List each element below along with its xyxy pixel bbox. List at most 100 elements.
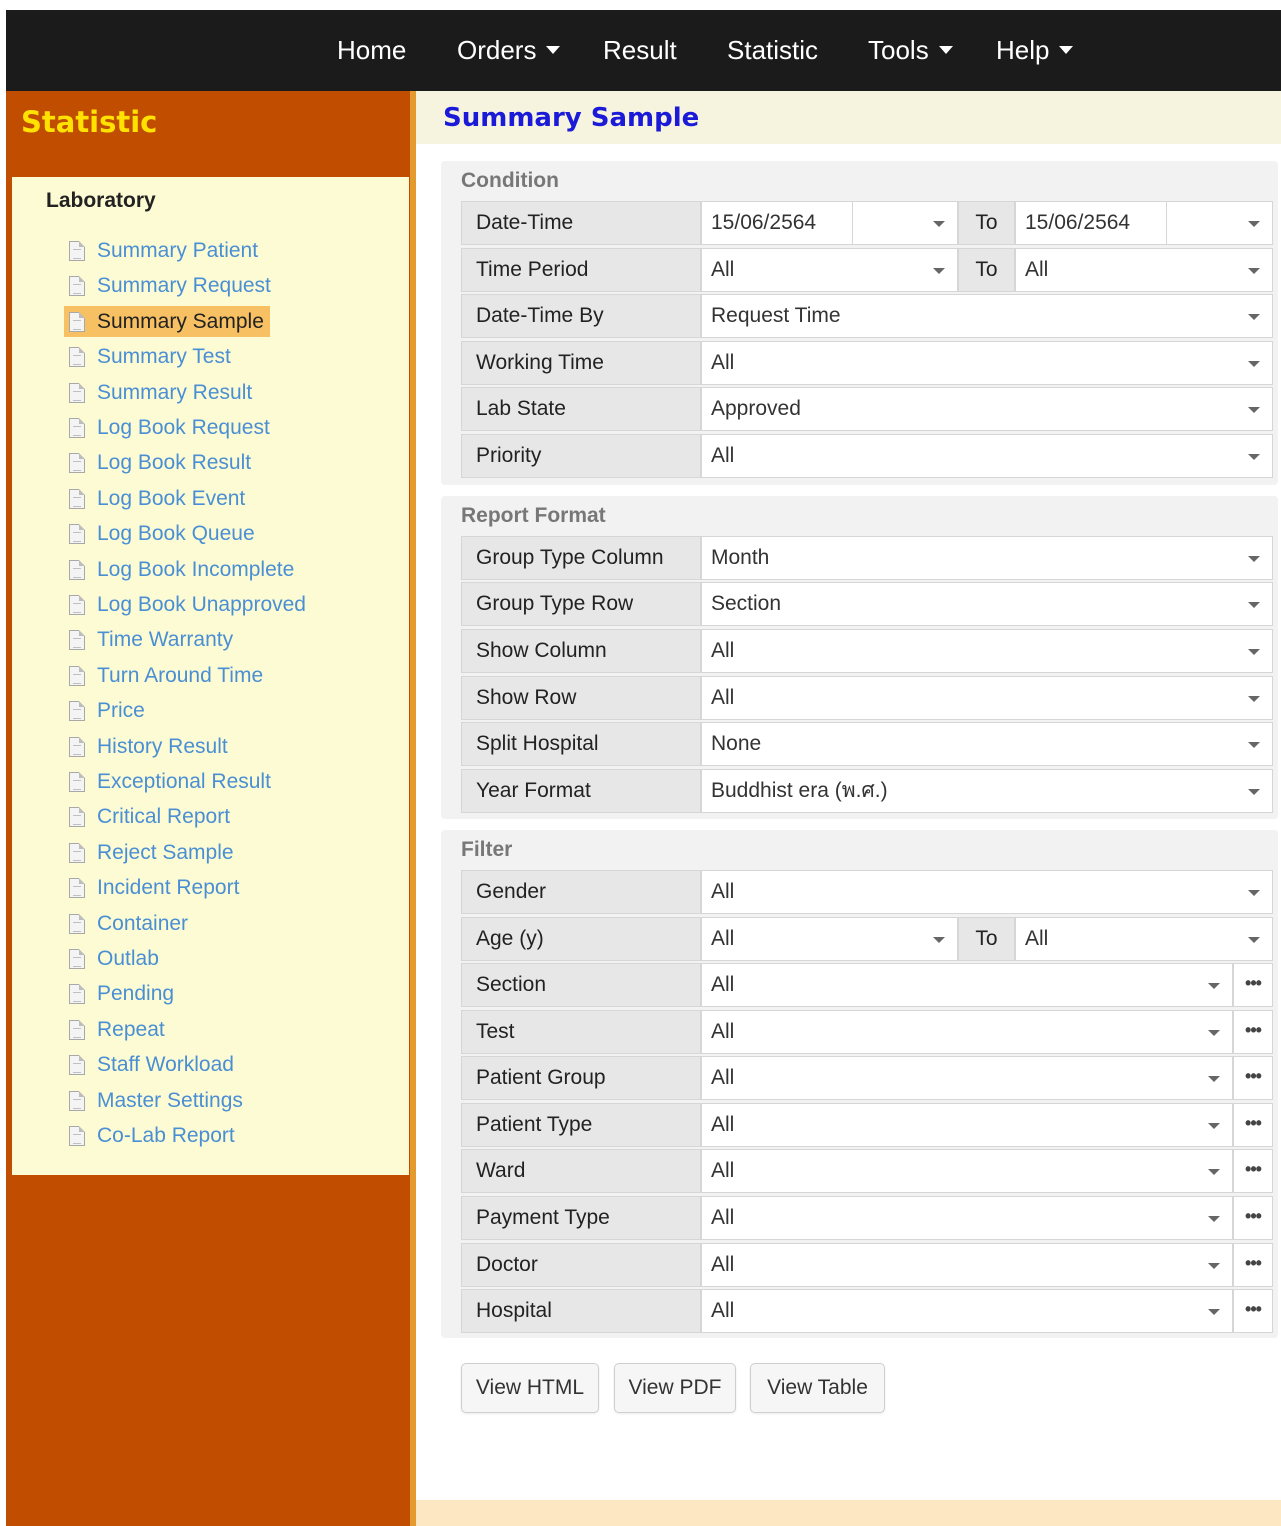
working-time-select[interactable]: All <box>701 341 1273 385</box>
sidebar: Statistic Laboratory Summary Patient Summ… <box>6 91 416 1526</box>
dropdown-arrow-icon <box>1208 1123 1220 1129</box>
sidebar-item-log-book-result[interactable]: Log Book Result <box>64 447 257 478</box>
priority-select[interactable]: All <box>701 434 1273 478</box>
sidebar-item-summary-patient[interactable]: Summary Patient <box>64 235 264 266</box>
hospital-select[interactable]: All <box>701 1289 1233 1333</box>
sidebar-item-log-book-event[interactable]: Log Book Event <box>64 483 251 514</box>
field-label: Gender <box>461 870 701 914</box>
test-select[interactable]: All <box>701 1010 1233 1054</box>
priority-row: Priority All <box>461 434 1273 478</box>
show-column-select[interactable]: All <box>701 629 1273 673</box>
sidebar-item-critical-report[interactable]: Critical Report <box>64 801 236 832</box>
sidebar-item-turn-around-time[interactable]: Turn Around Time <box>64 660 269 691</box>
field-label: Group Type Row <box>461 582 701 626</box>
date-time-by-select[interactable]: Request Time <box>701 294 1273 338</box>
sidebar-item-master-settings[interactable]: Master Settings <box>64 1085 249 1116</box>
lab-state-row: Lab State Approved <box>461 387 1273 431</box>
lab-state-select[interactable]: Approved <box>701 387 1273 431</box>
sidebar-item-summary-result[interactable]: Summary Result <box>64 377 258 408</box>
sidebar-item-summary-sample[interactable]: Summary Sample <box>64 306 270 337</box>
document-icon <box>69 275 85 296</box>
field-label: Test <box>461 1010 701 1054</box>
sidebar-item-label: Turn Around Time <box>97 663 264 687</box>
sidebar-item-label: Pending <box>97 981 175 1005</box>
field-label: Patient Group <box>461 1056 701 1100</box>
show-row-select[interactable]: All <box>701 676 1273 720</box>
patient-group-select[interactable]: All <box>701 1056 1233 1100</box>
select-value: All <box>711 258 735 281</box>
nav-tools-dropdown[interactable]: Tools <box>868 10 953 91</box>
more-options-button[interactable]: ••• <box>1233 1196 1273 1240</box>
date-from-input[interactable]: 15/06/2564 <box>701 201 853 245</box>
sidebar-item-label: Co-Lab Report <box>97 1123 235 1147</box>
sidebar-item-exceptional-result[interactable]: Exceptional Result <box>64 766 277 797</box>
sidebar-item-co-lab-report[interactable]: Co-Lab Report <box>64 1120 241 1151</box>
nav-help-dropdown[interactable]: Help <box>996 10 1074 91</box>
sidebar-item-log-book-request[interactable]: Log Book Request <box>64 412 276 443</box>
ward-select[interactable]: All <box>701 1149 1233 1193</box>
time-to-select[interactable] <box>1166 201 1273 245</box>
sidebar-item-label: Critical Report <box>97 804 231 828</box>
gender-select[interactable]: All <box>701 870 1273 914</box>
more-options-button[interactable]: ••• <box>1233 1010 1273 1054</box>
working-time-row: Working Time All <box>461 341 1273 385</box>
split-hospital-select[interactable]: None <box>701 722 1273 766</box>
document-icon <box>69 382 85 403</box>
dropdown-arrow-icon <box>1248 937 1260 943</box>
sidebar-item-container[interactable]: Container <box>64 908 194 939</box>
section-select[interactable]: All <box>701 963 1233 1007</box>
more-options-button[interactable]: ••• <box>1233 1103 1273 1147</box>
sidebar-item-label: Log Book Result <box>97 450 252 474</box>
sidebar-item-log-book-queue[interactable]: Log Book Queue <box>64 518 261 549</box>
sidebar-item-price[interactable]: Price <box>64 695 151 726</box>
view-pdf-button[interactable]: View PDF <box>614 1363 736 1413</box>
date-time-row: Date-Time 15/06/2564 To 15/06/2564 <box>461 201 1273 245</box>
more-options-button[interactable]: ••• <box>1233 1289 1273 1333</box>
document-icon <box>69 488 85 509</box>
sidebar-item-history-result[interactable]: History Result <box>64 731 234 762</box>
more-options-button[interactable]: ••• <box>1233 1149 1273 1193</box>
doctor-select[interactable]: All <box>701 1243 1233 1287</box>
patient-type-row: Patient Type All ••• <box>461 1103 1273 1147</box>
nav-statistic[interactable]: Statistic <box>727 10 818 91</box>
nav-orders-label: Orders <box>457 35 537 65</box>
time-from-select[interactable] <box>852 201 958 245</box>
document-icon <box>69 877 85 898</box>
view-html-button[interactable]: View HTML <box>461 1363 599 1413</box>
sidebar-item-log-book-unapproved[interactable]: Log Book Unapproved <box>64 589 312 620</box>
nav-home[interactable]: Home <box>337 10 406 91</box>
sidebar-item-staff-workload[interactable]: Staff Workload <box>64 1049 240 1080</box>
to-label: To <box>958 248 1015 292</box>
date-to-input[interactable]: 15/06/2564 <box>1015 201 1167 245</box>
document-icon <box>69 1090 85 1111</box>
dropdown-arrow-icon <box>933 221 945 227</box>
group-type-row-select[interactable]: Section <box>701 582 1273 626</box>
sidebar-item-reject-sample[interactable]: Reject Sample <box>64 837 240 868</box>
nav-result[interactable]: Result <box>603 10 677 91</box>
sidebar-item-repeat[interactable]: Repeat <box>64 1014 171 1045</box>
sidebar-item-incident-report[interactable]: Incident Report <box>64 872 245 903</box>
sidebar-item-label: Summary Request <box>97 273 271 297</box>
sidebar-item-summary-test[interactable]: Summary Test <box>64 341 237 372</box>
sidebar-item-pending[interactable]: Pending <box>64 978 180 1009</box>
group-type-column-select[interactable]: Month <box>701 536 1273 580</box>
payment-type-select[interactable]: All <box>701 1196 1233 1240</box>
more-options-button[interactable]: ••• <box>1233 963 1273 1007</box>
more-options-button[interactable]: ••• <box>1233 1056 1273 1100</box>
age-from-select[interactable]: All <box>701 917 958 961</box>
field-label: Show Row <box>461 676 701 720</box>
year-format-select[interactable]: Buddhist era (พ.ศ.) <box>701 769 1273 813</box>
sidebar-item-time-warranty[interactable]: Time Warranty <box>64 624 239 655</box>
dropdown-arrow-icon <box>1248 407 1260 413</box>
more-options-button[interactable]: ••• <box>1233 1243 1273 1287</box>
patient-type-select[interactable]: All <box>701 1103 1233 1147</box>
sidebar-item-summary-request[interactable]: Summary Request <box>64 270 277 301</box>
nav-orders-dropdown[interactable]: Orders <box>457 10 561 91</box>
dropdown-arrow-icon <box>933 268 945 274</box>
sidebar-item-outlab[interactable]: Outlab <box>64 943 165 974</box>
sidebar-item-log-book-incomplete[interactable]: Log Book Incomplete <box>64 554 300 585</box>
time-period-from-select[interactable]: All <box>701 248 958 292</box>
time-period-to-select[interactable]: All <box>1015 248 1273 292</box>
view-table-button[interactable]: View Table <box>750 1363 885 1413</box>
age-to-select[interactable]: All <box>1015 917 1273 961</box>
